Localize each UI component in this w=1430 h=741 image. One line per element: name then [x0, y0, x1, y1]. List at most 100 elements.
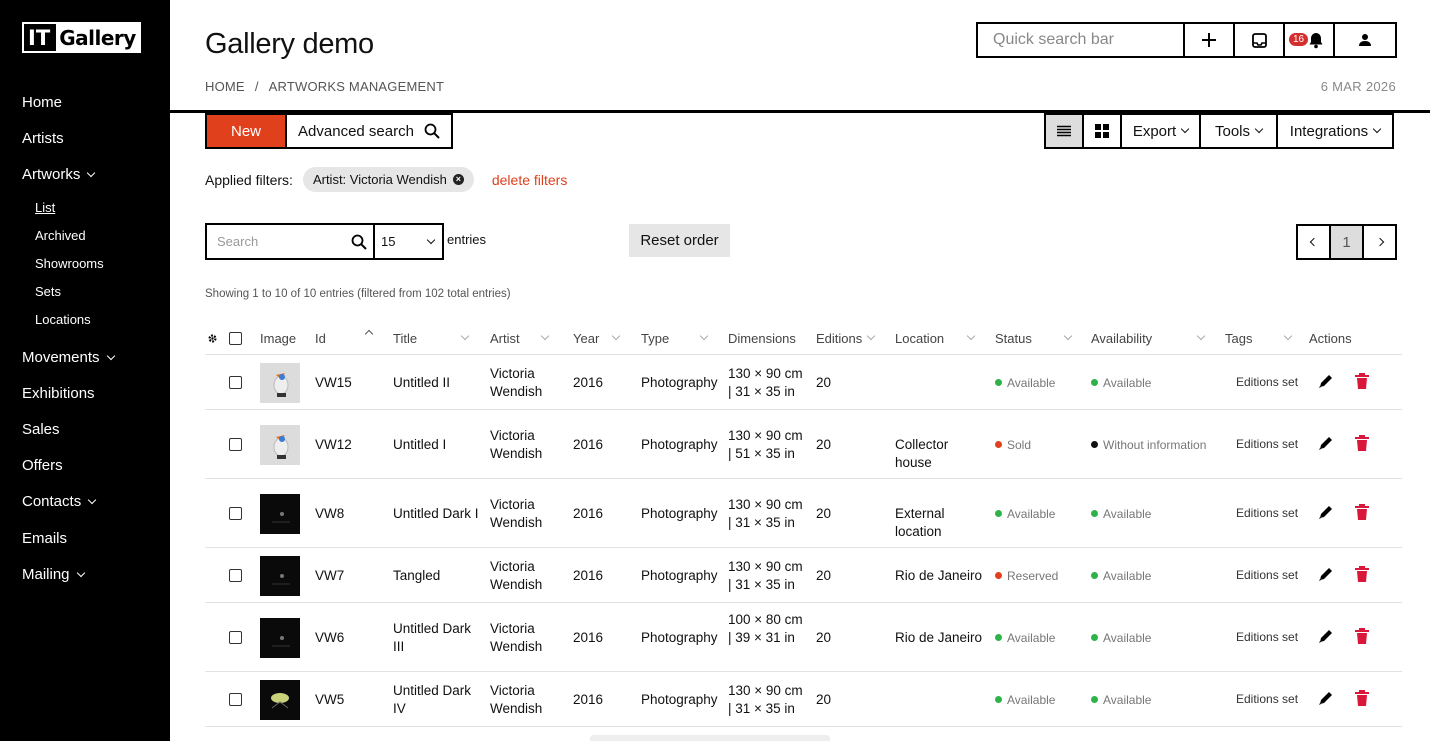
artwork-thumbnail[interactable]: [260, 424, 300, 465]
table-row[interactable]: VW6 Untitled Dark III Victoria Wendish 2016…: [205, 603, 1402, 672]
delete-button[interactable]: [1354, 503, 1370, 521]
filter-chip-artist[interactable]: Artist: Victoria Wendish ×: [302, 167, 474, 192]
table-row[interactable]: VW7 Tangled Victoria Wendish 2016 Photograph…: [205, 548, 1402, 603]
breadcrumb-home[interactable]: HOME: [205, 79, 245, 94]
sidebar-item-emails[interactable]: Emails: [22, 530, 67, 547]
pencil-icon: [1319, 567, 1332, 581]
sidebar-item-home[interactable]: Home: [22, 94, 62, 111]
delete-button[interactable]: [1354, 565, 1370, 583]
cell-title[interactable]: Tangled: [393, 567, 483, 585]
cell-type: Photography: [641, 691, 718, 707]
sort-asc-icon: [364, 329, 374, 339]
col-header-availability[interactable]: Availability: [1091, 331, 1152, 346]
delete-filters-link[interactable]: delete filters: [492, 172, 567, 188]
artwork-thumbnail[interactable]: [260, 679, 300, 720]
col-header-location[interactable]: Location: [895, 331, 944, 346]
remove-filter-icon[interactable]: ×: [452, 174, 464, 185]
edit-button[interactable]: [1317, 503, 1335, 521]
grid-view-toggle[interactable]: [1084, 115, 1122, 147]
sidebar-subitem-sets[interactable]: Sets: [35, 284, 61, 299]
artwork-thumbnail[interactable]: [260, 617, 300, 658]
user-menu-button[interactable]: [1335, 24, 1395, 56]
cell-title[interactable]: Untitled II: [393, 374, 483, 392]
sidebar-item-artists[interactable]: Artists: [22, 130, 64, 147]
cell-title[interactable]: Untitled I: [393, 436, 483, 454]
search-icon: [424, 123, 440, 139]
sidebar-item-movements[interactable]: Movements: [22, 349, 115, 366]
col-header-title[interactable]: Title: [393, 331, 417, 346]
sidebar-item-offers[interactable]: Offers: [22, 457, 63, 474]
sidebar-subitem-locations[interactable]: Locations: [35, 312, 91, 327]
col-header-dimensions[interactable]: Dimensions: [728, 331, 796, 346]
notifications-button[interactable]: 16: [1285, 24, 1335, 56]
app-logo[interactable]: IT Gallery: [22, 22, 141, 53]
row-checkbox[interactable]: [229, 630, 242, 644]
cell-artist[interactable]: Victoria Wendish: [490, 682, 550, 718]
cell-availability: Available: [1091, 567, 1151, 585]
col-header-editions[interactable]: Editions: [816, 331, 862, 346]
availability-label: Available: [1103, 630, 1152, 645]
new-artwork-button[interactable]: New: [207, 115, 287, 147]
sidebar-subitem-archived[interactable]: Archived: [35, 228, 86, 243]
cell-title[interactable]: Untitled Dark IV: [393, 682, 483, 718]
edit-button[interactable]: [1317, 627, 1335, 645]
cell-artist[interactable]: Victoria Wendish: [490, 620, 550, 656]
table-row[interactable]: VW8 Untitled Dark I Victoria Wendish 2016 Ph…: [205, 479, 1402, 548]
col-header-status[interactable]: Status: [995, 331, 1032, 346]
col-header-id[interactable]: Id: [315, 331, 326, 346]
artwork-thumbnail[interactable]: [260, 362, 300, 403]
cell-artist[interactable]: Victoria Wendish: [490, 365, 550, 401]
artwork-thumbnail[interactable]: [260, 555, 300, 596]
cell-title[interactable]: Untitled Dark I: [393, 505, 483, 523]
reset-order-button[interactable]: Reset order: [629, 224, 730, 257]
sidebar-item-sales[interactable]: Sales: [22, 421, 60, 438]
row-checkbox[interactable]: [229, 692, 242, 706]
table-row[interactable]: VW12 Untitled I Victoria Wendish 2016 Photog…: [205, 410, 1402, 479]
sidebar-subitem-list[interactable]: List: [35, 200, 55, 215]
cell-artist[interactable]: Victoria Wendish: [490, 427, 550, 463]
next-page-button[interactable]: [1364, 226, 1395, 258]
integrations-dropdown[interactable]: Integrations: [1278, 115, 1392, 147]
advanced-search-button[interactable]: Advanced search: [287, 115, 451, 147]
export-dropdown[interactable]: Export: [1122, 115, 1201, 147]
search-icon: [351, 234, 367, 250]
quick-search-input[interactable]: Quick search bar: [978, 24, 1185, 56]
table-row[interactable]: VW5 Untitled Dark IV Victoria Wendish 2016 P…: [205, 672, 1402, 727]
edit-button[interactable]: [1317, 565, 1335, 583]
col-header-artist[interactable]: Artist: [490, 331, 520, 346]
table-row[interactable]: VW15 Untitled II Victoria Wendish 2016 Photo…: [205, 355, 1402, 410]
inbox-button[interactable]: [1235, 24, 1285, 56]
sidebar-item-contacts[interactable]: Contacts: [22, 493, 97, 510]
row-checkbox[interactable]: [229, 375, 242, 389]
cell-artist[interactable]: Victoria Wendish: [490, 496, 550, 532]
delete-button[interactable]: [1354, 689, 1370, 707]
sidebar-item-artworks[interactable]: Artworks: [22, 166, 96, 183]
sidebar-subitem-showrooms[interactable]: Showrooms: [35, 256, 104, 271]
page-1-button[interactable]: 1: [1331, 226, 1364, 258]
delete-button[interactable]: [1354, 434, 1370, 452]
col-header-tags[interactable]: Tags: [1225, 331, 1252, 346]
row-checkbox[interactable]: [229, 437, 242, 451]
row-checkbox[interactable]: [229, 568, 242, 582]
col-header-type[interactable]: Type: [641, 331, 669, 346]
add-button[interactable]: [1185, 24, 1235, 56]
delete-button[interactable]: [1354, 372, 1370, 390]
cell-artist[interactable]: Victoria Wendish: [490, 558, 550, 594]
edit-button[interactable]: [1317, 372, 1335, 390]
table-search-input[interactable]: Search: [205, 223, 375, 260]
entries-per-page-select[interactable]: 15: [373, 223, 444, 260]
col-header-year[interactable]: Year: [573, 331, 599, 346]
list-view-toggle[interactable]: [1046, 115, 1084, 147]
edit-button[interactable]: [1317, 434, 1335, 452]
sidebar-item-exhibitions[interactable]: Exhibitions: [22, 385, 95, 402]
artwork-thumbnail[interactable]: [260, 493, 300, 534]
delete-button[interactable]: [1354, 627, 1370, 645]
select-all-checkbox[interactable]: [229, 332, 242, 345]
edit-button[interactable]: [1317, 689, 1335, 707]
row-checkbox[interactable]: [229, 506, 242, 520]
settings-gear-icon[interactable]: [207, 333, 218, 344]
cell-title[interactable]: Untitled Dark III: [393, 620, 483, 656]
prev-page-button[interactable]: [1298, 226, 1331, 258]
sidebar-item-mailing[interactable]: Mailing: [22, 566, 85, 583]
tools-dropdown[interactable]: Tools: [1201, 115, 1278, 147]
